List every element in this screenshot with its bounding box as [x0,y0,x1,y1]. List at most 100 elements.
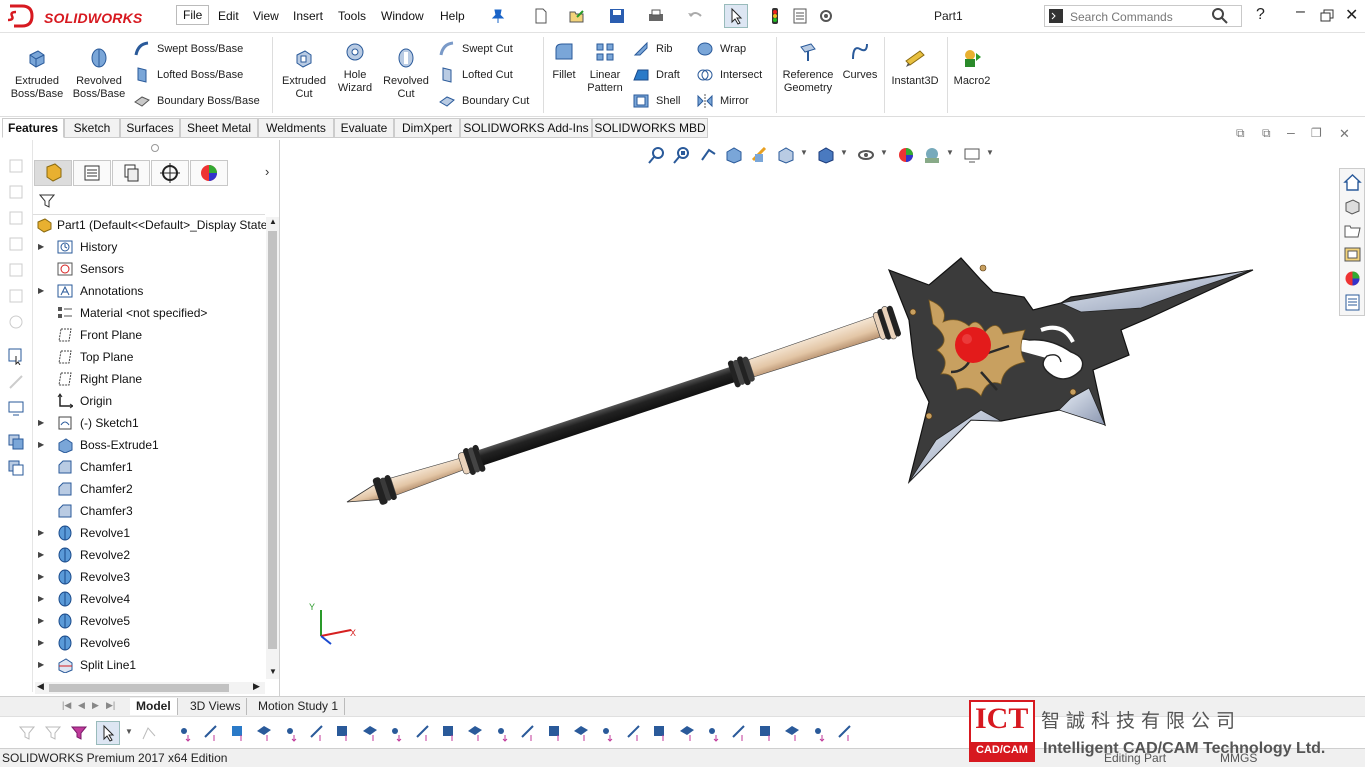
tree-item-revolve2[interactable]: ▶ Revolve2 [33,544,265,566]
filter-balloons-icon[interactable] [598,723,618,743]
file-explorer-icon[interactable] [1343,221,1362,240]
save-icon[interactable] [608,7,626,25]
tab-surfaces[interactable]: Surfaces [120,118,180,138]
revolved-boss-button[interactable]: Revolved Boss/Base [68,47,130,101]
hole-wizard-button[interactable]: Hole Wizard [332,41,378,95]
minimize-icon[interactable]: – [1296,3,1305,21]
tab-motion-study-1[interactable]: Motion Study 1 [252,698,346,715]
filter-weld-symbols-icon[interactable] [625,723,645,743]
first-tab-icon[interactable]: |◀ [62,700,71,711]
tree-item-material-not-specified[interactable]: Material <not specified> [33,302,265,324]
hscrollbar-thumb[interactable] [49,684,229,692]
filter-edges-icon[interactable] [202,723,222,743]
tab-dimxpert[interactable]: DimXpert [394,118,460,138]
menu-insert[interactable]: Insert [293,9,323,23]
filter-blocks-icon[interactable] [730,723,750,743]
tree-item-history[interactable]: ▶ History [33,236,265,258]
filter-surface-finish-icon[interactable] [519,723,539,743]
tab-scroll-arrows[interactable]: |◀ ◀ ▶ ▶| [62,700,122,713]
menu-file[interactable]: File [176,5,210,25]
view-settings-icon[interactable] [963,146,981,164]
filter-surface-bodies-icon[interactable] [255,723,275,743]
filter-centerline-icon[interactable] [466,723,486,743]
tab-features[interactable]: Features [2,118,64,138]
select-mode-button[interactable] [96,721,120,745]
filter-cosmetic-threads-icon[interactable] [704,723,724,743]
swept-cut-button[interactable]: Swept Cut [438,40,513,58]
select-button[interactable] [724,4,748,28]
tree-item-chamfer3[interactable]: Chamfer3 [33,500,265,522]
edit-appearance-icon[interactable] [897,146,915,164]
lofted-cut-button[interactable]: Lofted Cut [438,66,513,84]
tab-solidworks-mbd[interactable]: SOLIDWORKS MBD [592,118,708,138]
tab-solidworks-add-ins[interactable]: SOLIDWORKS Add-Ins [460,118,592,138]
restore-window-icon[interactable] [1318,7,1336,25]
chevron-right-icon[interactable]: › [265,164,269,179]
expand-arrow-icon[interactable]: ▶ [38,588,44,610]
filter-mid-surfaces-icon[interactable] [836,723,856,743]
tab-dimxpert-manager[interactable] [151,160,189,186]
display-tool-icon[interactable] [7,399,25,417]
scroll-left-icon[interactable]: ◀ [37,681,44,692]
dropdown-arrow-icon[interactable]: ▼ [946,148,954,157]
menu-tools[interactable]: Tools [338,9,366,23]
tree-item-revolve1[interactable]: ▶ Revolve1 [33,522,265,544]
swept-boss-button[interactable]: Swept Boss/Base [133,40,243,58]
next-tab-icon[interactable]: ▶ [92,700,99,711]
tree-item-sketch1[interactable]: ▶ (-) Sketch1 [33,412,265,434]
filter-pin-symbols-icon[interactable] [757,723,777,743]
tab-model[interactable]: Model [130,698,178,715]
options-gear-icon[interactable] [817,7,835,25]
menu-edit[interactable]: Edit [218,9,239,23]
tree-item-annotations[interactable]: ▶ Annotations [33,280,265,302]
tree-item-chamfer2[interactable]: Chamfer2 [33,478,265,500]
lofted-boss-button[interactable]: Lofted Boss/Base [133,66,243,84]
expand-arrow-icon[interactable]: ▶ [38,544,44,566]
tree-item-revolve5[interactable]: ▶ Revolve5 [33,610,265,632]
dropdown-arrow-icon[interactable]: ▼ [840,148,848,157]
tab-sketch[interactable]: Sketch [64,118,120,138]
extruded-boss-button[interactable]: Extruded Boss/Base [8,47,66,101]
tree-item-split-line1[interactable]: ▶ Split Line1 [33,654,265,676]
dropdown-arrow-icon[interactable]: ▼ [125,727,133,736]
tab-feature-manager[interactable] [34,160,72,186]
tree-root-part1[interactable]: Part1 (Default<<Default>_Display State [33,214,267,236]
extruded-cut-button[interactable]: Extruded Cut [278,47,330,101]
scroll-right-icon[interactable]: ▶ [253,681,260,692]
expand-arrow-icon[interactable]: ▶ [38,236,44,258]
shell-button[interactable]: Shell [632,92,680,110]
rebuild-traffic-light-icon[interactable] [766,7,784,25]
toggle-filter-icon[interactable] [70,724,88,742]
boundary-cut-button[interactable]: Boundary Cut [438,92,529,110]
scroll-up-icon[interactable]: ▲ [269,217,277,226]
appearances-icon[interactable] [1343,269,1362,288]
print-icon[interactable] [647,7,665,25]
doc-tile-right-icon[interactable]: ⧉ [1262,126,1271,141]
panel-grip[interactable] [151,144,159,152]
rib-button[interactable]: Rib [632,40,673,58]
tab-sheet-metal[interactable]: Sheet Metal [180,118,258,138]
filter-axes-icon[interactable] [308,723,328,743]
menu-help[interactable]: Help [440,9,465,23]
dropdown-arrow-icon[interactable]: ▼ [880,148,888,157]
tab-display-manager[interactable] [190,160,228,186]
zoom-to-fit-icon[interactable] [648,146,666,164]
dropdown-arrow-icon[interactable]: ▼ [986,148,994,157]
file-properties-icon[interactable] [791,7,809,25]
previous-view-icon[interactable] [699,146,717,164]
tree-item-sensors[interactable]: Sensors [33,258,265,280]
tab-property-manager[interactable] [73,160,111,186]
linear-pattern-button[interactable]: Linear Pattern [584,41,626,95]
filter-geometric-tolerance-icon[interactable] [546,723,566,743]
hide-show-items-icon[interactable] [857,146,875,164]
tree-item-top-plane[interactable]: Top Plane [33,346,265,368]
view-orientation-icon[interactable] [777,146,795,164]
tab-weldments[interactable]: Weldments [258,118,334,138]
filter-notes-icon[interactable] [572,723,592,743]
custom-properties-icon[interactable] [1343,293,1362,312]
tree-item-revolve4[interactable]: ▶ Revolve4 [33,588,265,610]
tree-horizontal-scrollbar[interactable]: ◀ ▶ [35,681,265,694]
expand-arrow-icon[interactable]: ▶ [38,566,44,588]
scrollbar-thumb[interactable] [268,231,277,649]
open-icon[interactable] [568,7,586,25]
